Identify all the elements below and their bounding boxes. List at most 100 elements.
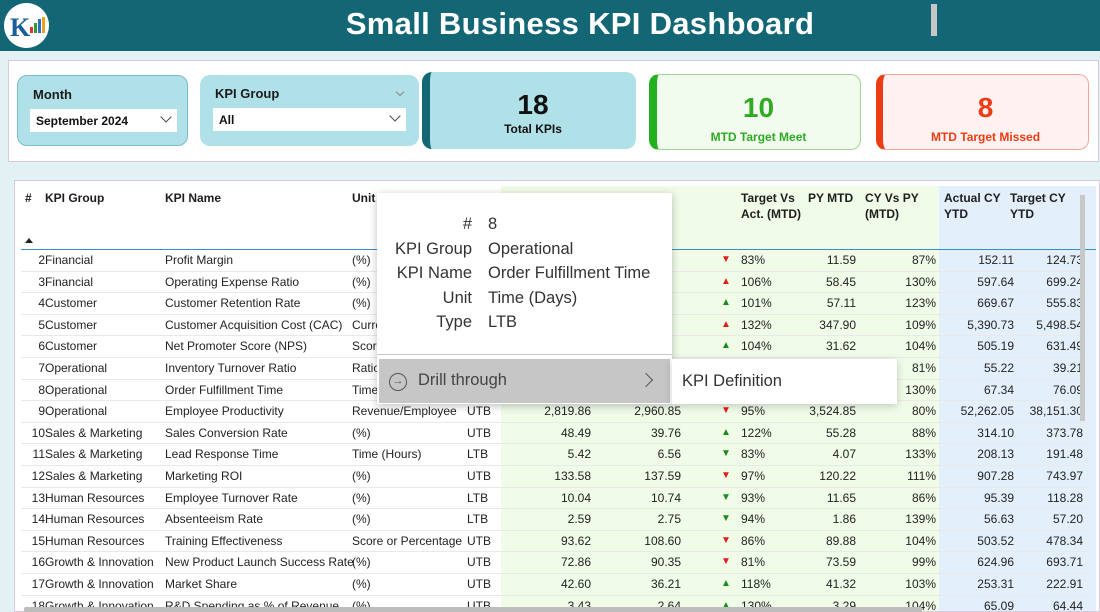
tooltip-field: Unit Time (Days): [377, 289, 672, 313]
py-mtd-cell: 347.90: [819, 317, 856, 332]
arrow-down-icon: ▼: [721, 534, 731, 546]
month-slicer: Month September 2024: [17, 75, 188, 146]
column-header-num[interactable]: #: [25, 190, 32, 206]
column-header-target-cy-ytd[interactable]: Target CY YTD: [1010, 190, 1080, 222]
row-tooltip: #8 KPI Group Operational KPI Name Order Fulf…: [377, 193, 672, 404]
kpi-group-cell: Human Resources: [45, 512, 145, 527]
month-selected-value: September 2024: [36, 114, 129, 128]
column-header-target-vs-act[interactable]: Target Vs Act. (MTD): [741, 190, 803, 222]
column-header-unit[interactable]: Unit: [352, 190, 375, 206]
cy-vs-py-cell: 123%: [905, 296, 936, 311]
actual-cy-ytd-cell: 95.39: [983, 490, 1014, 505]
kpi-name-cell: Net Promoter Score (NPS): [165, 339, 308, 354]
actual-cy-mtd-cell: 2.59: [567, 512, 591, 527]
py-mtd-cell: 73.59: [825, 555, 856, 570]
kpi-name-cell: Employee Productivity: [165, 404, 284, 419]
row-number: 2: [38, 253, 45, 267]
row-number: 3: [38, 274, 45, 289]
sort-ascending-icon[interactable]: [25, 238, 33, 243]
actual-cy-ytd-cell: 56.63: [983, 512, 1014, 527]
py-mtd-cell: 89.88: [825, 533, 856, 548]
table-row[interactable]: 17 Growth & Innovation Market Share (%) UTB 4…: [21, 574, 1091, 596]
kpi-group-cell: Operational: [45, 361, 108, 375]
cy-vs-py-cell: 111%: [907, 469, 936, 483]
column-header-py-mtd[interactable]: PY MTD: [808, 190, 853, 206]
chevron-down-icon: [160, 111, 172, 123]
row-number: 5: [38, 317, 45, 332]
table-row[interactable]: 16 Growth & Innovation New Product Launch …: [21, 552, 1091, 574]
table-row[interactable]: 14 Human Resources Absenteeism Rate (%) LTB 2…: [21, 509, 1091, 531]
row-number: 7: [38, 361, 45, 375]
chevron-down-icon: [389, 110, 401, 122]
unit-cell: (%): [352, 274, 371, 289]
kpi-name-cell: Sales Conversion Rate: [165, 425, 288, 440]
kpi-group-cell: Customer: [45, 339, 98, 354]
kpi-group-cell: Sales & Marketing: [45, 425, 143, 440]
kpi-group-cell: Customer: [45, 317, 98, 332]
kpi-group-cell: Financial: [45, 274, 94, 289]
target-meet-label: MTD Target Meet: [710, 130, 807, 144]
py-mtd-cell: 11.59: [826, 253, 856, 267]
column-header-kpi-group[interactable]: KPI Group: [45, 190, 104, 206]
kpi-name-cell: Employee Turnover Rate: [165, 490, 298, 505]
cy-vs-py-cell: 86%: [911, 490, 936, 505]
row-number: 10: [31, 425, 45, 440]
arrow-up-icon: ▲: [721, 426, 731, 438]
table-row[interactable]: 12 Sales & Marketing Marketing ROI (%) UTB 13…: [21, 466, 1091, 488]
actual-cy-ytd-cell: 253.31: [977, 577, 1014, 591]
type-cell: UTB: [467, 425, 491, 440]
actual-cy-mtd-cell: 133.58: [554, 469, 591, 483]
table-row[interactable]: 9 Operational Employee Productivity Revenue…: [21, 401, 1091, 423]
actual-cy-ytd-cell: 67.34: [983, 382, 1014, 397]
row-number: 15: [31, 533, 45, 548]
target-vs-act-cell: 95%: [741, 404, 766, 419]
type-cell: LTB: [467, 490, 489, 505]
drill-through-menu-item[interactable]: → Drill through: [379, 359, 670, 403]
table-row[interactable]: 13 Human Resources Employee Turnover Rate (…: [21, 488, 1091, 510]
row-number: 11: [32, 447, 45, 462]
arrow-up-icon: ▲: [721, 340, 731, 352]
target-cy-mtd-cell: 2,960.85: [634, 404, 681, 419]
unit-cell: Time (Hours): [352, 447, 422, 462]
kpi-name-cell: Customer Acquisition Cost (CAC): [165, 317, 343, 332]
horizontal-scrollbar[interactable]: [24, 607, 922, 612]
target-cy-ytd-cell: 118.28: [1047, 490, 1083, 505]
kpi-name-cell: Market Share: [165, 577, 238, 591]
target-vs-act-cell: 122%: [741, 425, 772, 440]
target-cy-ytd-cell: 64.44: [1052, 598, 1083, 612]
table-row[interactable]: 10 Sales & Marketing Sales Conversion Rate…: [21, 423, 1091, 445]
vertical-scrollbar[interactable]: [1080, 195, 1085, 421]
kpi-definition-menu-item[interactable]: KPI Definition: [682, 372, 782, 391]
tooltip-field-key: Unit: [442, 288, 472, 307]
column-header-actual-cy-ytd[interactable]: Actual CY YTD: [944, 190, 1004, 222]
drill-through-submenu: KPI Definition: [672, 359, 897, 404]
target-missed-card: 8 MTD Target Missed: [876, 74, 1089, 150]
row-number: 14: [31, 512, 45, 527]
arrow-down-icon: ▼: [721, 254, 731, 265]
arrow-down-icon: ▼: [721, 513, 731, 525]
kpi-group-dropdown[interactable]: All: [213, 108, 406, 131]
type-cell: UTB: [467, 533, 491, 548]
py-mtd-cell: 57.11: [826, 296, 856, 311]
table-row[interactable]: 15 Human Resources Training Effectiveness S…: [21, 531, 1091, 553]
month-dropdown[interactable]: September 2024: [30, 109, 177, 132]
kpi-group-cell: Operational: [45, 382, 108, 397]
header-divider: [931, 4, 937, 36]
type-cell: UTB: [467, 555, 491, 570]
actual-cy-ytd-cell: 52,262.05: [960, 404, 1014, 419]
tooltip-field-value: Operational: [488, 239, 574, 258]
target-cy-mtd-cell: 2.75: [657, 512, 681, 527]
unit-cell: (%): [352, 512, 371, 527]
target-missed-label: MTD Target Missed: [930, 130, 1041, 144]
kpi-name-cell: Training Effectiveness: [165, 533, 283, 548]
column-header-kpi-name[interactable]: KPI Name: [165, 190, 221, 206]
chevron-down-icon[interactable]: [395, 87, 405, 97]
cy-vs-py-cell: 133%: [905, 447, 936, 462]
table-row[interactable]: 11 Sales & Marketing Lead Response Time Tim…: [21, 444, 1091, 466]
target-cy-ytd-cell: 38,151.30: [1029, 404, 1083, 419]
target-cy-ytd-cell: 124.73: [1046, 253, 1083, 267]
column-header-cy-vs-py[interactable]: CY Vs PY (MTD): [865, 190, 933, 222]
target-vs-act-cell: 93%: [741, 490, 766, 505]
target-cy-ytd-cell: 555.83: [1046, 296, 1083, 311]
cy-vs-py-cell: 87%: [911, 253, 936, 267]
